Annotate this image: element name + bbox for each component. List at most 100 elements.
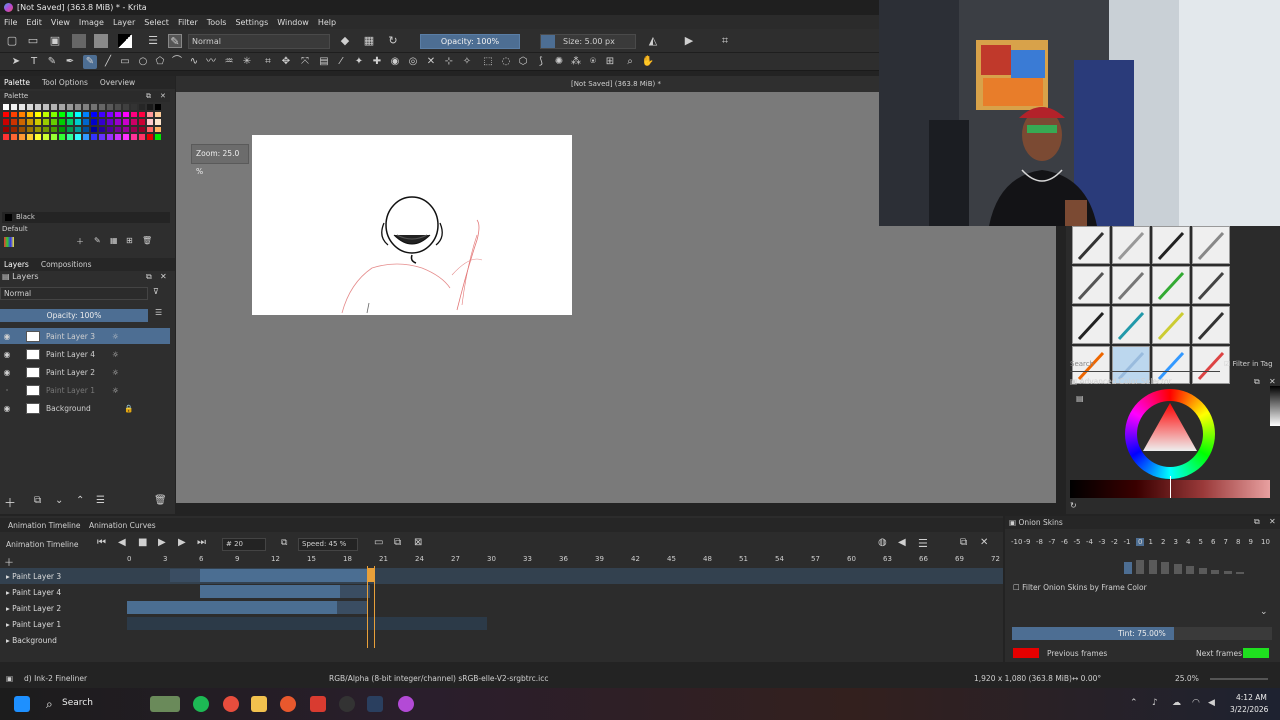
size-slider[interactable]: Size: 5.00 px [540,34,636,49]
tab-compositions[interactable]: Compositions [41,260,92,269]
palette-swatch[interactable] [34,133,42,141]
onion-frame-number[interactable]: 10 [1261,538,1270,546]
visibility-eye-icon[interactable]: ◉ [0,404,14,413]
onion-opacity-bar[interactable] [1223,571,1232,574]
keyframe-block[interactable] [200,569,370,582]
chrome-icon[interactable] [223,696,239,712]
brush-preset-tile[interactable] [1072,226,1110,264]
clock-date[interactable]: 3/22/2026 [1230,705,1268,714]
layer-row[interactable]: ◉ Paint Layer 4 ☼ [0,346,170,362]
color-name-field[interactable]: Black [2,212,170,223]
palette-name-label[interactable]: Default [2,225,28,233]
tab-animation-timeline[interactable]: Animation Timeline [8,521,81,530]
keyframe-block[interactable] [200,585,340,598]
palette-swatch[interactable] [74,125,82,133]
last-frame-icon[interactable]: ⏭ [197,537,206,548]
colorize-mask-tool-icon[interactable]: ✦ [352,55,366,69]
layer-blend-mode-select[interactable]: Normal [0,287,148,300]
palette-swatch[interactable] [98,103,106,111]
onion-opacity-bar[interactable] [1236,572,1244,574]
onion-frame-number[interactable]: 7 [1224,538,1228,546]
text-tool-icon[interactable]: T [27,55,41,69]
onion-opacity-bar[interactable] [1136,560,1144,574]
brush-preset-tile[interactable] [1072,306,1110,344]
polygon-select-tool-icon[interactable]: ⬡ [516,55,530,69]
brush-preset-tile[interactable] [1112,266,1150,304]
palette-swatch[interactable] [106,125,114,133]
palette-swatch[interactable] [114,125,122,133]
onion-opacity-bar[interactable] [1173,564,1182,574]
timeline-float-icon[interactable]: ⧉ [960,537,967,548]
palette-swatch[interactable] [74,110,82,118]
palette-swatch[interactable] [82,118,90,126]
tab-palette[interactable]: Palette [4,78,30,87]
filter-in-tag-checkbox[interactable]: ☑ Filter in Tag [1224,360,1273,368]
palette-swatch[interactable] [18,125,26,133]
palette-swatch[interactable] [146,125,154,133]
palette-swatch[interactable] [42,125,50,133]
play-icon[interactable]: ▶ [158,537,166,548]
brush-preset-tile[interactable] [1152,266,1190,304]
crop-tool-icon[interactable]: ⌗ [261,55,275,69]
palette-swatch[interactable] [106,118,114,126]
save-document-icon[interactable]: ▣ [48,34,62,48]
palette-swatch[interactable] [82,103,90,111]
palette-swatch[interactable] [130,118,138,126]
brush-preset-icon[interactable]: ✎ [168,34,182,48]
onion-frame-number[interactable]: 3 [1174,538,1178,546]
palette-chooser-icon[interactable] [4,237,14,247]
timeline-track-row[interactable]: ▸ Background [0,632,1003,648]
palette-swatch[interactable] [58,110,66,118]
palette-swatch[interactable] [122,118,130,126]
tray-volume-icon[interactable]: ◀ [1208,698,1215,708]
mirror-horizontal-icon[interactable]: ◭ [646,34,660,48]
palette-swatch[interactable] [58,125,66,133]
onion-frame-number[interactable]: -7 [1049,538,1056,546]
first-frame-icon[interactable]: ⏮ [97,537,106,548]
palette-swatch[interactable] [98,133,106,141]
brush-settings-icon[interactable]: ☰ [146,34,160,48]
menu-file[interactable]: File [4,18,17,27]
brush-preset-tile[interactable] [1112,226,1150,264]
palette-swatch[interactable] [122,125,130,133]
brush-preset-tile[interactable] [1192,306,1230,344]
assistant-tool-icon[interactable]: ✕ [424,55,438,69]
edit-shapes-tool-icon[interactable]: ✎ [45,55,59,69]
palette-swatch[interactable] [42,133,50,141]
onion-frame-number[interactable]: 6 [1211,538,1215,546]
menu-view[interactable]: View [51,18,70,27]
palette-swatch[interactable] [90,133,98,141]
layer-row[interactable]: ◉ Paint Layer 2 ☼ [0,364,170,380]
tab-tool-options[interactable]: Tool Options [42,78,88,87]
palette-swatch[interactable] [146,118,154,126]
tab-animation-curves[interactable]: Animation Curves [89,521,156,530]
ellipse-tool-icon[interactable]: ○ [136,55,150,69]
keyframe-block[interactable] [367,617,487,630]
brush-preset-tile[interactable] [1152,306,1190,344]
palette-swatch[interactable] [90,118,98,126]
onion-frame-number[interactable]: -8 [1036,538,1043,546]
timeline-track-row[interactable]: ▸ Paint Layer 3 [0,568,1003,584]
tray-network-icon[interactable]: ☁ [1172,698,1181,708]
onion-frame-number[interactable]: -5 [1074,538,1081,546]
visibility-eye-icon[interactable]: ◉ [0,350,14,359]
timeline-menu-icon[interactable]: ☰ [918,537,928,550]
rectangle-tool-icon[interactable]: ▭ [118,55,132,69]
palette-swatch[interactable] [58,118,66,126]
filter-onion-checkbox[interactable]: ☐ Filter Onion Skins by Frame Color [1013,583,1147,592]
onion-frame-number[interactable]: 4 [1186,538,1190,546]
blend-mode-select[interactable]: Normal [188,34,330,49]
move-layer-down-icon[interactable]: ⌄ [55,495,63,506]
palette-swatch[interactable] [26,118,34,126]
palette-swatch[interactable] [2,110,10,118]
brush-preset-tile[interactable] [1192,226,1230,264]
palette-swatch[interactable] [34,118,42,126]
palette-swatch[interactable] [90,103,98,111]
opacity-slider[interactable]: Opacity: 100% [420,34,520,49]
palette-swatch[interactable] [58,103,66,111]
palette-swatch[interactable] [106,103,114,111]
palette-swatch[interactable] [114,103,122,111]
add-layer-icon[interactable]: ＋ [4,494,16,511]
layers-float-icon[interactable]: ⧉ [146,272,152,282]
delete-swatch-icon[interactable]: 🗑 [142,236,152,245]
